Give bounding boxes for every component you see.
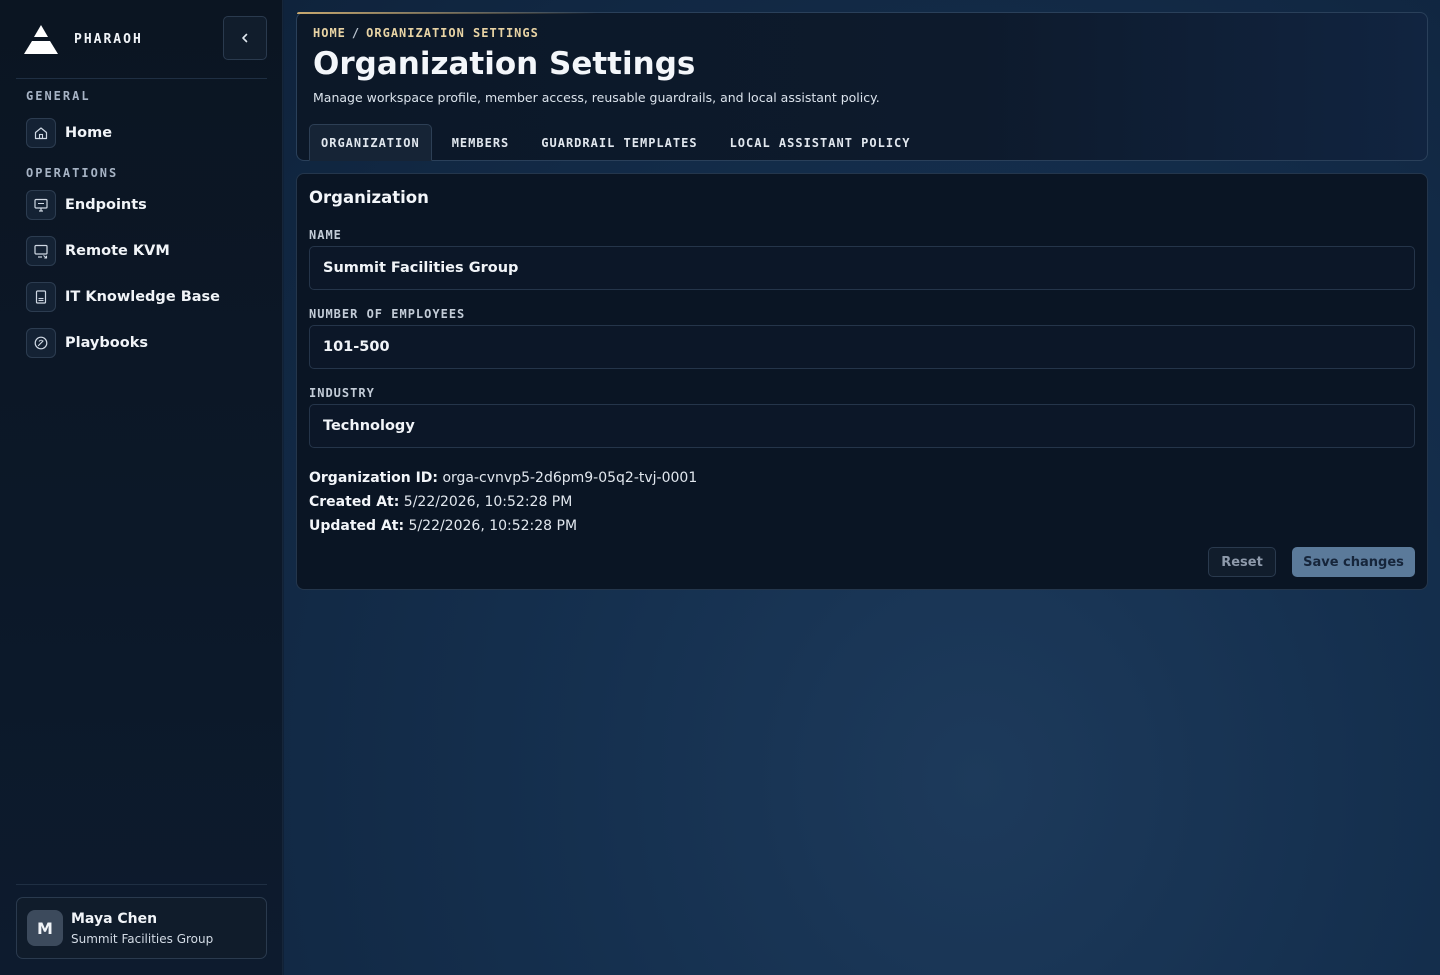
playbook-icon — [26, 328, 56, 358]
brand[interactable]: PHARAOH — [23, 22, 143, 56]
meta-label: Updated At: — [309, 518, 405, 534]
breadcrumb-separator: / — [351, 26, 361, 40]
chevron-left-icon — [242, 33, 248, 43]
reset-button[interactable]: Reset — [1208, 547, 1276, 577]
meta-label: Created At: — [309, 494, 400, 510]
book-icon — [26, 282, 56, 312]
breadcrumb-current: ORGANIZATION SETTINGS — [366, 26, 539, 40]
breadcrumb: HOME / ORGANIZATION SETTINGS — [313, 26, 539, 40]
organization-panel: Organization NAME Summit Facilities Grou… — [296, 173, 1428, 590]
section-title: Organization — [309, 188, 429, 207]
updated-at-value: 5/22/2026, 10:52:28 PM — [408, 518, 578, 534]
brand-name: PHARAOH — [74, 31, 143, 47]
created-at-line: Created At: 5/22/2026, 10:52:28 PM — [309, 494, 572, 510]
tab-members[interactable]: MEMBERS — [440, 124, 522, 161]
save-changes-button[interactable]: Save changes — [1292, 547, 1415, 577]
name-label: NAME — [309, 228, 342, 242]
name-input[interactable]: Summit Facilities Group — [309, 246, 1415, 290]
sidebar-divider — [16, 78, 267, 79]
meta-label: Organization ID: — [309, 470, 439, 486]
employees-label: NUMBER OF EMPLOYEES — [309, 307, 466, 321]
organization-id-value: orga-cvnvp5-2d6pm9-05q2-tvj-0001 — [442, 470, 698, 486]
tab-organization[interactable]: ORGANIZATION — [309, 124, 432, 161]
sidebar-item-label: Endpoints — [65, 197, 147, 213]
sidebar-item-home[interactable]: Home — [26, 118, 112, 148]
user-profile-card[interactable]: M Maya Chen Summit Facilities Group — [16, 897, 267, 959]
pyramid-logo-icon — [24, 25, 58, 54]
section-label-operations: OPERATIONS — [26, 166, 119, 180]
page-title: Organization Settings — [313, 46, 696, 82]
sidebar-divider — [16, 884, 267, 885]
remote-kvm-icon — [26, 236, 56, 266]
employees-select[interactable]: 101-500 — [309, 325, 1415, 369]
updated-at-line: Updated At: 5/22/2026, 10:52:28 PM — [309, 518, 577, 534]
sidebar-item-playbooks[interactable]: Playbooks — [26, 328, 148, 358]
industry-select[interactable]: Technology — [309, 404, 1415, 448]
collapse-sidebar-button[interactable] — [223, 16, 267, 60]
home-icon — [26, 118, 56, 148]
created-at-value: 5/22/2026, 10:52:28 PM — [403, 494, 573, 510]
organization-id-line: Organization ID: orga-cvnvp5-2d6pm9-05q2… — [309, 470, 697, 486]
endpoints-icon — [26, 190, 56, 220]
page-subtitle: Manage workspace profile, member access,… — [313, 90, 880, 105]
sidebar-item-label: Remote KVM — [65, 243, 170, 259]
user-name: Maya Chen — [71, 911, 158, 927]
settings-tabs: ORGANIZATION MEMBERS GUARDRAIL TEMPLATES… — [309, 124, 931, 161]
avatar: M — [27, 910, 63, 946]
industry-label: INDUSTRY — [309, 386, 375, 400]
tab-local-assistant-policy[interactable]: LOCAL ASSISTANT POLICY — [718, 124, 923, 161]
sidebar-item-label: Home — [65, 125, 113, 141]
sidebar-item-endpoints[interactable]: Endpoints — [26, 190, 147, 220]
user-org: Summit Facilities Group — [71, 932, 214, 946]
page-header: HOME / ORGANIZATION SETTINGS Organization … — [296, 12, 1428, 161]
section-label-general: GENERAL — [26, 89, 91, 103]
sidebar-item-it-knowledge-base[interactable]: IT Knowledge Base — [26, 282, 220, 312]
user-info: Maya Chen Summit Facilities Group — [71, 910, 213, 946]
sidebar-item-label: IT Knowledge Base — [65, 289, 220, 305]
sidebar: PHARAOH GENERAL Home OPERATIONS Endpoint… — [0, 0, 283, 975]
tab-guardrail-templates[interactable]: GUARDRAIL TEMPLATES — [529, 124, 709, 161]
breadcrumb-home-link[interactable]: HOME — [313, 26, 346, 40]
sidebar-item-label: Playbooks — [65, 335, 148, 351]
sidebar-item-remote-kvm[interactable]: Remote KVM — [26, 236, 170, 266]
